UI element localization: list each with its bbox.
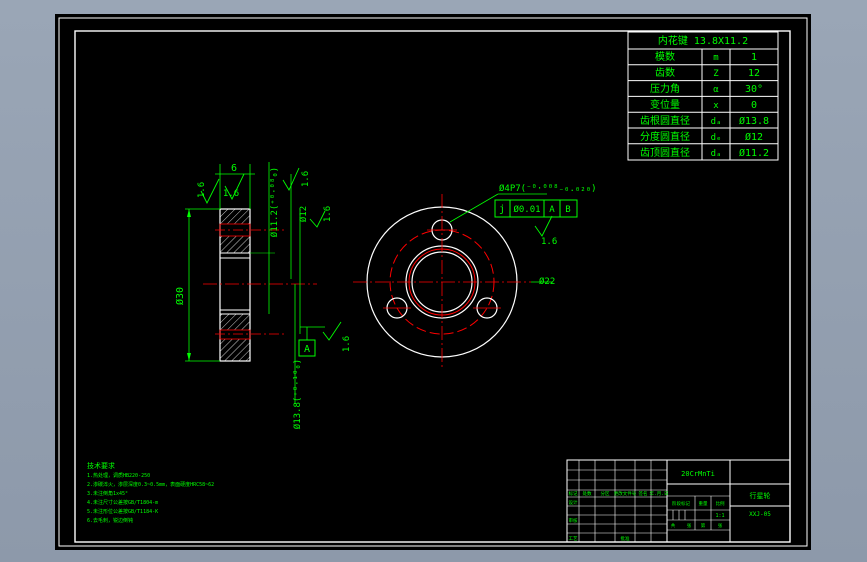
roughness-value: 1.6 (223, 189, 239, 199)
spec-row-value: 1 (751, 52, 757, 63)
design-label: 设计 (569, 499, 578, 506)
revision-header-cell: 签名 (639, 490, 648, 497)
section-hatch (220, 339, 250, 361)
note-item: 2.渗碳淬火，渗层深度0.3~0.5mm，表面硬度HRC58~62 (87, 481, 214, 488)
note-item: 5.未注形位公差按GB/T1184-K (87, 508, 158, 515)
roughness-value: 1.6 (301, 171, 311, 187)
sheet-cell: 第 (701, 522, 706, 529)
spec-row-label: 齿顶圆直径 (640, 146, 690, 159)
roughness-symbol (322, 321, 342, 341)
revision-header-cell: 年.月.日 (650, 490, 669, 497)
note-item: 1.热处理，调质HB220-250 (87, 472, 150, 479)
title-block: 20CrMnTi 标记 处数 分区 更改文件号 签名 年.月.日 设计 审核 工… (566, 459, 791, 543)
section-hatch (220, 209, 250, 224)
dim-outer-dia: Ø30 (174, 287, 186, 305)
sheet-cell: 张 (718, 522, 723, 529)
feature-control-frame: j Ø0.01 A B (494, 199, 578, 218)
note-item: 6.去毛刺，锐边倒钝 (87, 517, 133, 524)
front-view: Ø4P7(⁻⁰·⁰⁰⁸₋₀.₀₂₀) j Ø0.01 A B 1.6 Ø22 (353, 183, 597, 370)
dim-pitch-dia: Ø12 (298, 206, 309, 222)
roughness-value: 1.6 (197, 182, 207, 198)
section-hatch (220, 236, 250, 253)
spec-row-symbol: x (713, 101, 719, 111)
revision-header-cell: 标记 (569, 490, 578, 497)
part-name: 行星轮 (750, 491, 771, 500)
process-label: 工艺 (569, 536, 578, 542)
roughness-value: 1.6 (323, 206, 333, 222)
spec-row-symbol: m (713, 53, 718, 63)
sheet-cell: 共 (671, 522, 676, 529)
spec-row-value: 12 (748, 68, 760, 79)
datum-label: A (304, 344, 310, 355)
spec-table: 内花键 13.8X11.2 模数 m 1 齿数 Z 12 压力角 α 30° 变… (627, 31, 779, 161)
revision-header-cell: 分区 (601, 490, 610, 497)
fcf-datum: B (565, 205, 570, 215)
approve-label: 批准 (621, 535, 630, 542)
spec-row-label: 齿根圆直径 (640, 114, 690, 127)
technical-notes: 技术要求 1.热处理，调质HB220-250 2.渗碳淬火，渗层深度0.3~0.… (87, 461, 214, 524)
roughness-value: 1.6 (342, 336, 352, 352)
inner-border (74, 30, 791, 543)
note-item: 3.未注倒角1x45° (87, 490, 128, 497)
spec-row-label: 分度圆直径 (640, 130, 690, 143)
sheet-cell: 张 (687, 522, 692, 529)
roughness-symbol (534, 215, 553, 237)
part-section-outline (219, 208, 251, 362)
spec-row-label: 变位量 (650, 98, 680, 111)
stage-label: 阶段标记 (672, 500, 690, 507)
spec-row-label: 齿数 (655, 66, 675, 79)
spec-row-value: 30° (745, 84, 763, 95)
drawing-number: XXJ-05 (749, 511, 771, 518)
spec-row-label: 压力角 (650, 82, 680, 95)
revision-header-cell: 更改文件号 (614, 490, 637, 497)
notes-heading: 技术要求 (87, 461, 115, 470)
spec-row-value: 0 (751, 100, 757, 111)
fcf-symbol: j (499, 204, 505, 215)
hole-section (219, 329, 251, 340)
dim-width: 6 (231, 163, 237, 174)
scale-label: 比例 (716, 500, 725, 507)
spec-row-symbol: dₐ (711, 149, 722, 159)
revision-header-cell: 处数 (583, 490, 592, 497)
spec-row-label: 模数 (655, 50, 675, 63)
spec-row-value: Ø12 (745, 131, 763, 143)
side-view: Ø30 6 1.6 1.6 Ø11.2(⁺⁰·⁰⁸₀) Ø12 1.6 1.6 … (174, 162, 352, 429)
spec-row-symbol: dₑ (711, 133, 722, 143)
mass-label: 重量 (699, 500, 708, 507)
spec-table-title: 内花键 13.8X11.2 (658, 34, 748, 47)
spec-row-value: Ø11.2 (739, 147, 769, 159)
section-hatch (220, 314, 250, 330)
fcf-datum: A (549, 205, 555, 215)
audit-label: 审核 (569, 517, 578, 524)
spec-row-symbol: Z (713, 69, 719, 79)
spec-row-symbol: α (713, 85, 719, 95)
fcf-tolerance: Ø0.01 (513, 204, 540, 215)
roughness-value: 1.6 (541, 237, 557, 247)
dim-root-dia: Ø13.8(⁺⁰·¹⁰₀) (292, 359, 303, 429)
dim-front-dia: Ø22 (539, 276, 555, 287)
hole-callout: Ø4P7(⁻⁰·⁰⁰⁸₋₀.₀₂₀) (499, 183, 597, 194)
material-label: 20CrMnTi (681, 470, 715, 478)
scale-value: 1:1 (715, 513, 724, 519)
dim-tip-dia: Ø11.2(⁺⁰·⁰⁸₀) (269, 167, 280, 237)
note-item: 4.未注尺寸公差按GB/T1804-m (87, 499, 158, 506)
spec-row-symbol: dₐ (711, 117, 722, 127)
drawing-sheet: 内花键 13.8X11.2 模数 m 1 齿数 Z 12 压力角 α 30° 变… (58, 17, 808, 547)
drawing-viewport[interactable]: 内花键 13.8X11.2 模数 m 1 齿数 Z 12 压力角 α 30° 变… (55, 14, 811, 550)
spec-row-value: Ø13.8 (739, 115, 769, 127)
